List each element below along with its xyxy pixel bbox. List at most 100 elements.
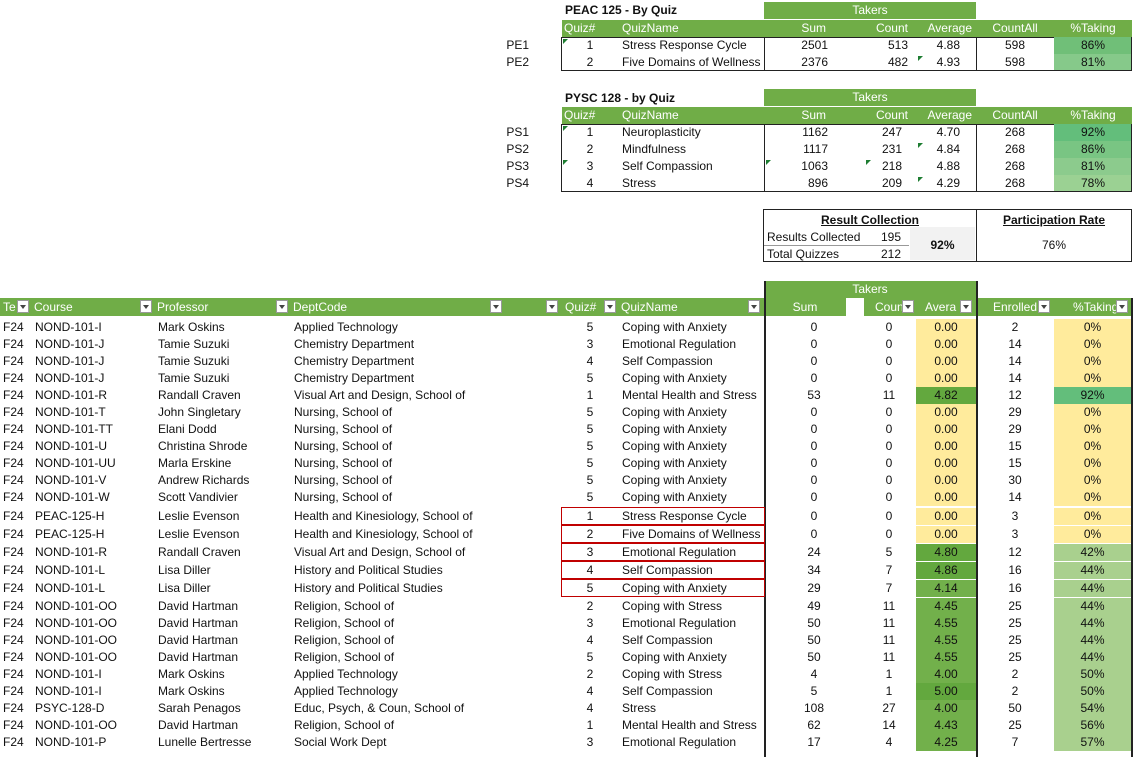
header-quizname-label: QuizName bbox=[621, 300, 678, 314]
pysc-row-pct: 86% bbox=[1080, 142, 1106, 156]
cell-course: PEAC-125-H bbox=[35, 527, 105, 541]
pysc-row-sum: 1063 bbox=[801, 159, 828, 173]
cell-term: F24 bbox=[3, 718, 24, 732]
sort-filter-icon[interactable] bbox=[1116, 300, 1128, 313]
cell-sum: 24 bbox=[807, 545, 821, 559]
cell-professor: Mark Oskins bbox=[158, 684, 225, 698]
cell-average: 4.00 bbox=[916, 700, 976, 717]
cell-term: F24 bbox=[3, 371, 24, 385]
cell-deptcode: Religion, School of bbox=[294, 650, 395, 664]
peac-row-quiz: 1 bbox=[586, 38, 594, 52]
cell-pct: 0% bbox=[1054, 319, 1131, 336]
filter-dropdown-icon[interactable] bbox=[17, 300, 29, 313]
cell-quiznum: 5 bbox=[586, 456, 594, 470]
peac-row-sum: 2501 bbox=[801, 38, 828, 52]
cell-professor: Marla Erskine bbox=[158, 456, 232, 470]
peac-header-countall: CountAll bbox=[976, 20, 1054, 37]
cell-deptcode: Chemistry Department bbox=[294, 371, 415, 385]
peac-row-id: PE2 bbox=[506, 55, 529, 69]
cell-deptcode: Religion, School of bbox=[294, 633, 395, 647]
filter-dropdown-icon[interactable] bbox=[1038, 300, 1050, 313]
peac-row-sum: 2376 bbox=[801, 55, 828, 69]
header-quizname[interactable]: QuizName bbox=[618, 298, 764, 316]
header-enrolled[interactable]: Enrolled bbox=[976, 298, 1054, 316]
cell-pct: 0% bbox=[1054, 526, 1131, 543]
cell-enrolled: 3 bbox=[1011, 509, 1019, 523]
table-row: F24 NOND-101-U Christina Shrode Nursing, Sc… bbox=[0, 438, 1140, 455]
cell-professor: Leslie Evenson bbox=[158, 527, 240, 541]
cell-pct: 0% bbox=[1054, 489, 1131, 506]
header-term-label: Te bbox=[3, 300, 16, 314]
cell-deptcode: Applied Technology bbox=[294, 684, 398, 698]
cell-course: NOND-101-R bbox=[35, 545, 108, 559]
pysc-row-avg: 4.84 bbox=[936, 142, 960, 156]
main-table-header: Te Course Professor DeptCode Quiz# QuizN… bbox=[0, 298, 1132, 316]
header-average[interactable]: Avera bbox=[916, 298, 976, 316]
cell-quizname: Coping with Anxiety bbox=[622, 405, 727, 419]
cell-term: F24 bbox=[3, 684, 24, 698]
cell-quizname: Coping with Stress bbox=[622, 599, 723, 613]
cell-pct: 0% bbox=[1054, 508, 1131, 525]
filter-dropdown-icon[interactable] bbox=[490, 300, 502, 313]
filter-dropdown-icon[interactable] bbox=[604, 300, 616, 313]
filter-dropdown-icon[interactable] bbox=[546, 300, 558, 313]
cell-quiznum: 5 bbox=[586, 439, 594, 453]
filter-dropdown-icon[interactable] bbox=[748, 300, 760, 313]
header-deptcode[interactable]: DeptCode bbox=[290, 298, 562, 316]
table-row: F24 NOND-101-I Mark Oskins Applied Technolo… bbox=[0, 683, 1140, 700]
pysc-row-count: 247 bbox=[881, 125, 902, 139]
cell-enrolled: 14 bbox=[1008, 371, 1022, 385]
header-professor[interactable]: Professor bbox=[154, 298, 290, 316]
pysc-header-sum: Sum bbox=[764, 107, 828, 124]
header-course[interactable]: Course bbox=[31, 298, 154, 316]
cell-count: 11 bbox=[882, 616, 896, 630]
header-term[interactable]: Te bbox=[0, 298, 31, 316]
cell-sum: 108 bbox=[803, 701, 825, 715]
cell-deptcode: Health and Kinesiology, School of bbox=[294, 509, 473, 523]
cell-average: 5.00 bbox=[916, 683, 976, 700]
table-row: F24 NOND-101-OO David Hartman Religion, Sch… bbox=[0, 615, 1140, 632]
cell-professor: Mark Oskins bbox=[158, 320, 225, 334]
cell-average: 4.14 bbox=[916, 580, 976, 597]
cell-sum: 29 bbox=[807, 581, 821, 595]
cell-sum: 5 bbox=[810, 684, 818, 698]
cell-pct: 56% bbox=[1054, 717, 1131, 734]
peac-row-count: 513 bbox=[887, 38, 908, 52]
cell-course: NOND-101-OO bbox=[35, 650, 118, 664]
cell-term: F24 bbox=[3, 650, 24, 664]
cell-quizname: Coping with Stress bbox=[622, 667, 723, 681]
results-collected-value: 195 bbox=[881, 230, 902, 244]
cell-sum: 49 bbox=[807, 599, 821, 613]
cell-course: NOND-101-OO bbox=[35, 599, 118, 613]
header-quiznum[interactable]: Quiz# bbox=[562, 298, 618, 316]
cell-term: F24 bbox=[3, 422, 24, 436]
filter-dropdown-icon[interactable] bbox=[902, 300, 914, 313]
header-count[interactable]: Coun bbox=[864, 298, 916, 316]
cell-quizname: Coping with Anxiety bbox=[622, 490, 727, 504]
cell-term: F24 bbox=[3, 388, 24, 402]
cell-pct: 0% bbox=[1054, 421, 1131, 438]
filter-dropdown-icon[interactable] bbox=[276, 300, 288, 313]
pysc-row-sum: 896 bbox=[807, 176, 828, 190]
pysc-row-id: PS1 bbox=[506, 125, 529, 139]
cell-term: F24 bbox=[3, 337, 24, 351]
cell-sum: 0 bbox=[810, 405, 818, 419]
participation-title: Participation Rate bbox=[1002, 213, 1106, 227]
header-pct[interactable]: %Taking bbox=[1054, 298, 1132, 316]
filter-dropdown-icon[interactable] bbox=[140, 300, 152, 313]
cell-sum: 0 bbox=[810, 456, 818, 470]
cell-average: 0.00 bbox=[916, 438, 976, 455]
cell-quizname: Self Compassion bbox=[622, 684, 713, 698]
cell-quizname: Emotional Regulation bbox=[622, 616, 737, 630]
pysc-header-average: Average bbox=[910, 107, 976, 124]
pysc-row-countall: 268 bbox=[1004, 142, 1026, 156]
cell-quizname: Coping with Anxiety bbox=[622, 473, 727, 487]
cell-sum: 62 bbox=[807, 718, 821, 732]
pysc-row-name: Self Compassion bbox=[622, 159, 713, 173]
filter-dropdown-icon[interactable] bbox=[960, 300, 972, 313]
cell-professor: Randall Craven bbox=[158, 545, 241, 559]
cell-quizname: Coping with Anxiety bbox=[622, 439, 727, 453]
cell-deptcode: Nursing, School of bbox=[294, 422, 393, 436]
header-sum[interactable]: Sum bbox=[764, 298, 846, 316]
cell-sum: 0 bbox=[810, 371, 818, 385]
